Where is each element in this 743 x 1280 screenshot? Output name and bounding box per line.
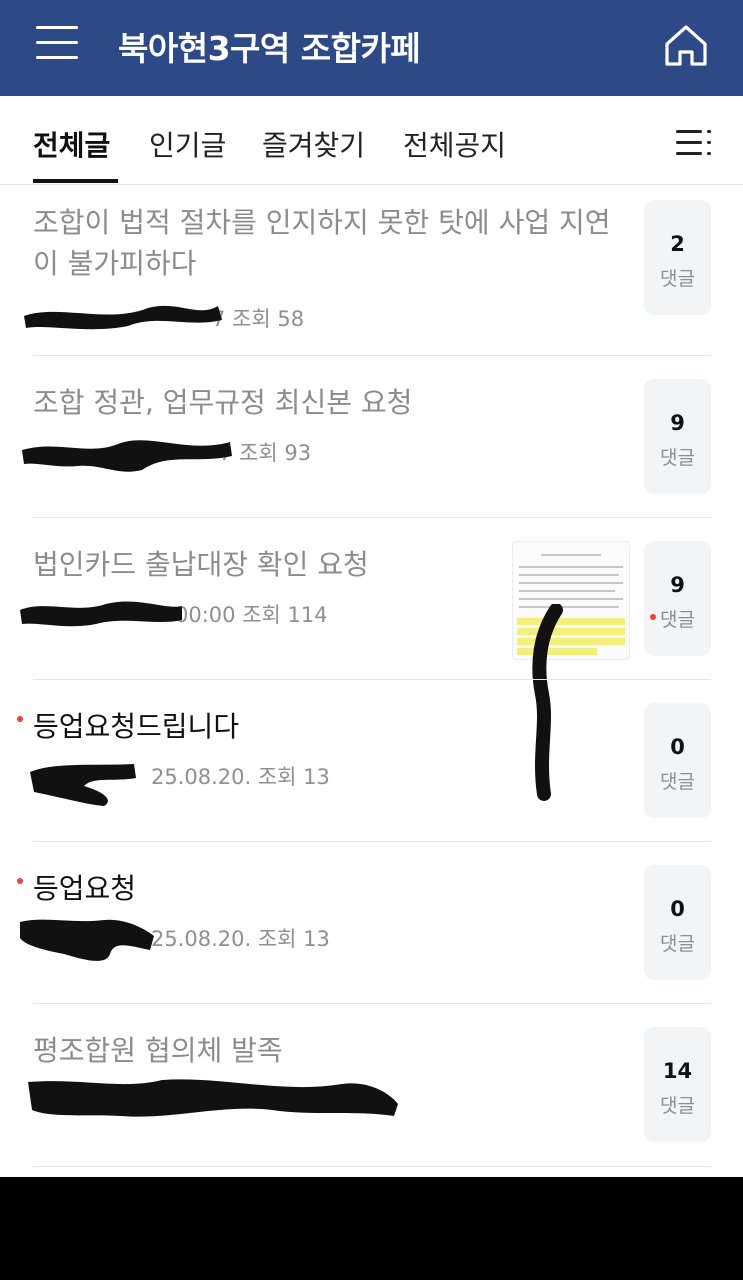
comment-label: 댓글 — [660, 933, 695, 955]
comment-count-box[interactable]: 0 댓글 — [644, 703, 711, 818]
comment-count-box[interactable]: 2 댓글 — [644, 200, 711, 315]
board-tabs: 전체글 인기글 즐겨찾기 전체공지 — [0, 96, 743, 185]
tab-all-posts[interactable]: 전체글 — [33, 124, 110, 164]
comment-count: 2 — [670, 232, 685, 256]
app-header: 북아현3구역 조합카페 — [0, 0, 743, 96]
post-item[interactable]: 법인카드 출납대장 확인 요청 00:00 조회 114 9 댓글 — [0, 518, 743, 680]
comment-label: 댓글 — [660, 771, 695, 793]
comment-label: 댓글 — [660, 447, 695, 469]
tab-all-notices[interactable]: 전체공지 — [403, 124, 506, 164]
post-item[interactable]: 등업요청드립니다 25.08.20. 조회 13 0 댓글 — [0, 680, 743, 842]
comment-count-box[interactable]: 0 댓글 — [644, 865, 711, 980]
post-item[interactable]: 등업요청 25.08.20. 조회 13 0 댓글 — [0, 842, 743, 1004]
post-title[interactable]: 등업요청드립니다 — [33, 706, 613, 747]
post-title[interactable]: 조합이 법적 절차를 인지하지 못한 탓에 사업 지연이 불가피하다 — [33, 202, 613, 284]
post-title[interactable]: 조합 정관, 업무규정 최신본 요청 — [33, 382, 613, 423]
comment-count: 9 — [670, 573, 685, 597]
active-tab-indicator — [33, 179, 118, 183]
redaction-mark — [28, 1079, 398, 1117]
hamburger-menu-icon[interactable] — [36, 26, 80, 62]
post-meta: 00:00 조회 114 — [175, 603, 328, 627]
new-post-dot — [17, 878, 23, 884]
comment-count: 9 — [670, 411, 685, 435]
redaction-mark — [24, 305, 222, 330]
new-comment-dot — [650, 614, 656, 620]
comment-count-box[interactable]: 9 댓글 — [644, 541, 711, 656]
comment-count-box[interactable]: 9 댓글 — [644, 379, 711, 494]
post-item[interactable]: 조합 정관, 업무규정 최신본 요청 7 조회 93 9 댓글 — [0, 356, 743, 518]
post-title[interactable]: 평조합원 협의체 발족 — [33, 1030, 613, 1071]
divider — [33, 1166, 711, 1167]
comment-count-box[interactable]: 14 댓글 — [644, 1027, 711, 1142]
comment-count: 14 — [662, 1059, 693, 1083]
post-item[interactable]: 평조합원 협의체 발족 14 댓글 — [0, 1004, 743, 1166]
redaction-mark — [20, 919, 154, 961]
list-menu-icon[interactable] — [676, 128, 712, 158]
post-title[interactable]: 등업요청 — [33, 868, 613, 909]
post-item[interactable]: 조합이 법적 절차를 인지하지 못한 탓에 사업 지연이 불가피하다 7 조회 … — [0, 186, 743, 356]
home-icon[interactable] — [662, 22, 710, 68]
redaction-mark — [22, 440, 232, 472]
post-meta: 25.08.20. 조회 13 — [151, 927, 330, 951]
tab-favorites[interactable]: 즐겨찾기 — [262, 124, 365, 164]
redaction-mark — [20, 601, 182, 627]
tab-popular[interactable]: 인기글 — [149, 124, 226, 164]
comment-label: 댓글 — [660, 268, 695, 290]
post-meta: 25.08.20. 조회 13 — [151, 765, 330, 789]
app-screen: 북아현3구역 조합카페 전체글 인기글 즐겨찾기 전체공지 조합이 법적 절차를… — [0, 0, 743, 1177]
cafe-title: 북아현3구역 조합카페 — [118, 29, 421, 68]
comment-count: 0 — [670, 897, 685, 921]
comment-label: 댓글 — [660, 1095, 695, 1117]
new-post-dot — [17, 716, 23, 722]
redaction-mark — [30, 764, 136, 806]
comment-count: 0 — [670, 735, 685, 759]
